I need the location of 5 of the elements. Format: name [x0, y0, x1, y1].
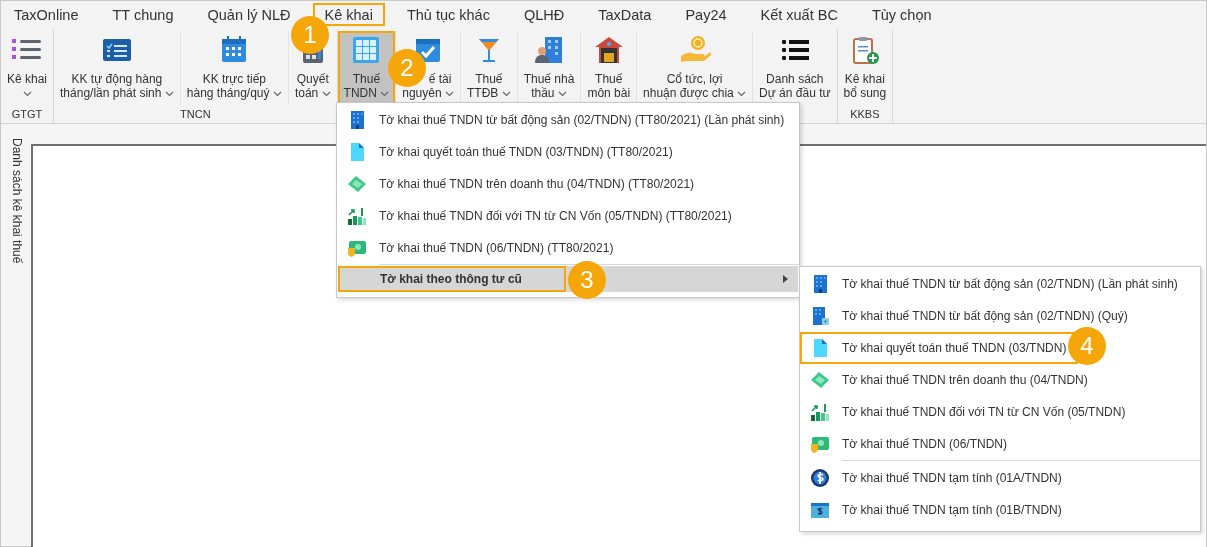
callout-tooltip: 4: [1068, 327, 1106, 365]
group-label: TNCN: [180, 108, 211, 120]
group-label: GTGT: [11, 108, 43, 120]
callout-tooltip: 3: [568, 261, 606, 299]
group-label: KKBS: [850, 108, 880, 120]
